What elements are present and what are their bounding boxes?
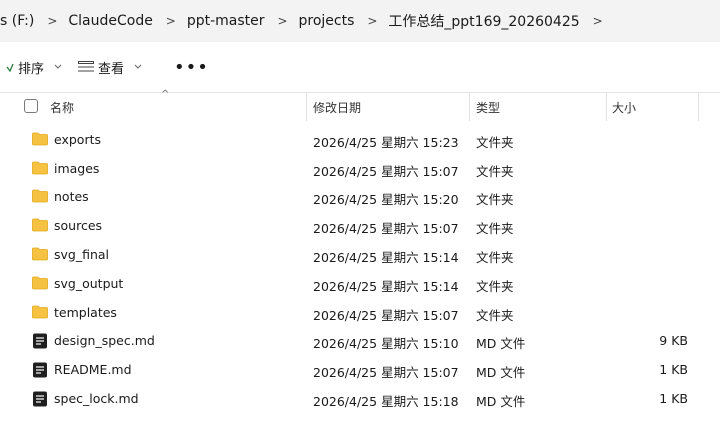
file-name: README.md	[54, 362, 132, 377]
file-name: svg_output	[54, 276, 124, 291]
file-size: 1 KB	[659, 362, 688, 377]
view-label: 查看	[98, 61, 125, 77]
select-all-checkbox[interactable]	[24, 99, 38, 113]
command-bar: 排序 查看 •••	[0, 42, 720, 93]
breadcrumb-ppt-master[interactable]: ppt-master	[183, 13, 269, 29]
column-header-type[interactable]: 类型	[476, 99, 500, 116]
view-list-icon	[78, 61, 94, 72]
chevron-right-icon[interactable]: >	[358, 14, 386, 28]
chevron-right-icon[interactable]: >	[584, 14, 612, 28]
file-row[interactable]: svg_final 2026/4/25 星期六 15:14 文件夹	[0, 241, 720, 269]
folder-icon	[32, 218, 48, 232]
file-date: 2026/4/25 星期六 15:07	[313, 308, 459, 323]
markdown-file-icon	[33, 362, 47, 378]
file-name: templates	[54, 305, 117, 320]
column-divider[interactable]	[606, 93, 607, 121]
column-divider[interactable]	[469, 93, 470, 121]
file-date: 2026/4/25 星期六 15:07	[313, 164, 459, 179]
breadcrumb-drive[interactable]: s (F:)	[0, 13, 38, 29]
file-name: images	[54, 161, 100, 176]
folder-icon	[32, 247, 48, 261]
chevron-down-icon	[134, 64, 142, 69]
file-date: 2026/4/25 星期六 15:14	[313, 250, 459, 265]
column-divider[interactable]	[698, 93, 699, 121]
breadcrumb-projects[interactable]: projects	[295, 13, 359, 29]
column-header-size[interactable]: 大小	[612, 99, 636, 116]
file-type: MD 文件	[476, 394, 526, 409]
folder-icon	[32, 305, 48, 319]
file-name: exports	[54, 132, 102, 147]
file-row[interactable]: notes 2026/4/25 星期六 15:20 文件夹	[0, 183, 720, 211]
file-type: MD 文件	[476, 365, 526, 380]
file-type: 文件夹	[476, 279, 514, 294]
file-row[interactable]: spec_lock.md 2026/4/25 星期六 15:18 MD 文件 1…	[0, 385, 720, 413]
file-date: 2026/4/25 星期六 15:20	[313, 192, 459, 207]
file-row[interactable]: design_spec.md 2026/4/25 星期六 15:10 MD 文件…	[0, 327, 720, 355]
file-row[interactable]: svg_output 2026/4/25 星期六 15:14 文件夹	[0, 270, 720, 298]
file-date: 2026/4/25 星期六 15:07	[313, 365, 459, 380]
file-size: 1 KB	[659, 391, 688, 406]
folder-icon	[32, 161, 48, 175]
column-header-row: ^ 名称 修改日期 类型 大小	[0, 89, 720, 121]
file-date: 2026/4/25 星期六 15:10	[313, 336, 459, 351]
file-date: 2026/4/25 星期六 15:18	[313, 394, 459, 409]
sort-label: 排序	[18, 61, 45, 77]
markdown-file-icon	[33, 333, 47, 349]
sort-ascending-icon: ^	[161, 89, 170, 100]
breadcrumb-claudecode[interactable]: ClaudeCode	[64, 13, 156, 29]
file-row[interactable]: exports 2026/4/25 星期六 15:23 文件夹	[0, 126, 720, 154]
file-name: svg_final	[54, 247, 110, 262]
file-name: design_spec.md	[54, 333, 155, 348]
column-divider[interactable]	[306, 93, 307, 121]
file-type: 文件夹	[476, 192, 514, 207]
chevron-right-icon[interactable]: >	[38, 14, 66, 28]
file-row[interactable]: README.md 2026/4/25 星期六 15:07 MD 文件 1 KB	[0, 356, 720, 384]
file-type: 文件夹	[476, 221, 514, 236]
file-type: 文件夹	[476, 308, 514, 323]
folder-icon	[32, 189, 48, 203]
file-name: spec_lock.md	[54, 391, 139, 406]
breadcrumb: s (F:) > ClaudeCode > ppt-master > proje…	[0, 0, 720, 42]
chevron-right-icon[interactable]: >	[157, 14, 185, 28]
file-date: 2026/4/25 星期六 15:23	[313, 135, 459, 150]
view-button[interactable]: 查看	[72, 52, 148, 82]
column-header-date[interactable]: 修改日期	[313, 99, 361, 116]
sort-icon	[6, 63, 14, 73]
file-row[interactable]: templates 2026/4/25 星期六 15:07 文件夹	[0, 299, 720, 327]
markdown-file-icon	[33, 391, 47, 407]
file-size: 9 KB	[659, 333, 688, 348]
folder-icon	[32, 132, 48, 146]
file-row[interactable]: images 2026/4/25 星期六 15:07 文件夹	[0, 155, 720, 183]
file-name: notes	[54, 189, 89, 204]
column-header-name[interactable]: 名称	[50, 99, 74, 116]
sort-button[interactable]: 排序	[0, 52, 68, 82]
chevron-down-icon	[54, 64, 62, 69]
breadcrumb-current-folder[interactable]: 工作总结_ppt169_20260425	[384, 11, 583, 31]
file-date: 2026/4/25 星期六 15:14	[313, 279, 459, 294]
chevron-right-icon[interactable]: >	[269, 14, 297, 28]
file-name: sources	[54, 218, 103, 233]
file-type: MD 文件	[476, 336, 526, 351]
more-options-button[interactable]: •••	[168, 52, 215, 82]
file-type: 文件夹	[476, 250, 514, 265]
file-row[interactable]: sources 2026/4/25 星期六 15:07 文件夹	[0, 212, 720, 240]
file-type: 文件夹	[476, 135, 514, 150]
folder-icon	[32, 276, 48, 290]
file-date: 2026/4/25 星期六 15:07	[313, 221, 459, 236]
file-type: 文件夹	[476, 164, 514, 179]
